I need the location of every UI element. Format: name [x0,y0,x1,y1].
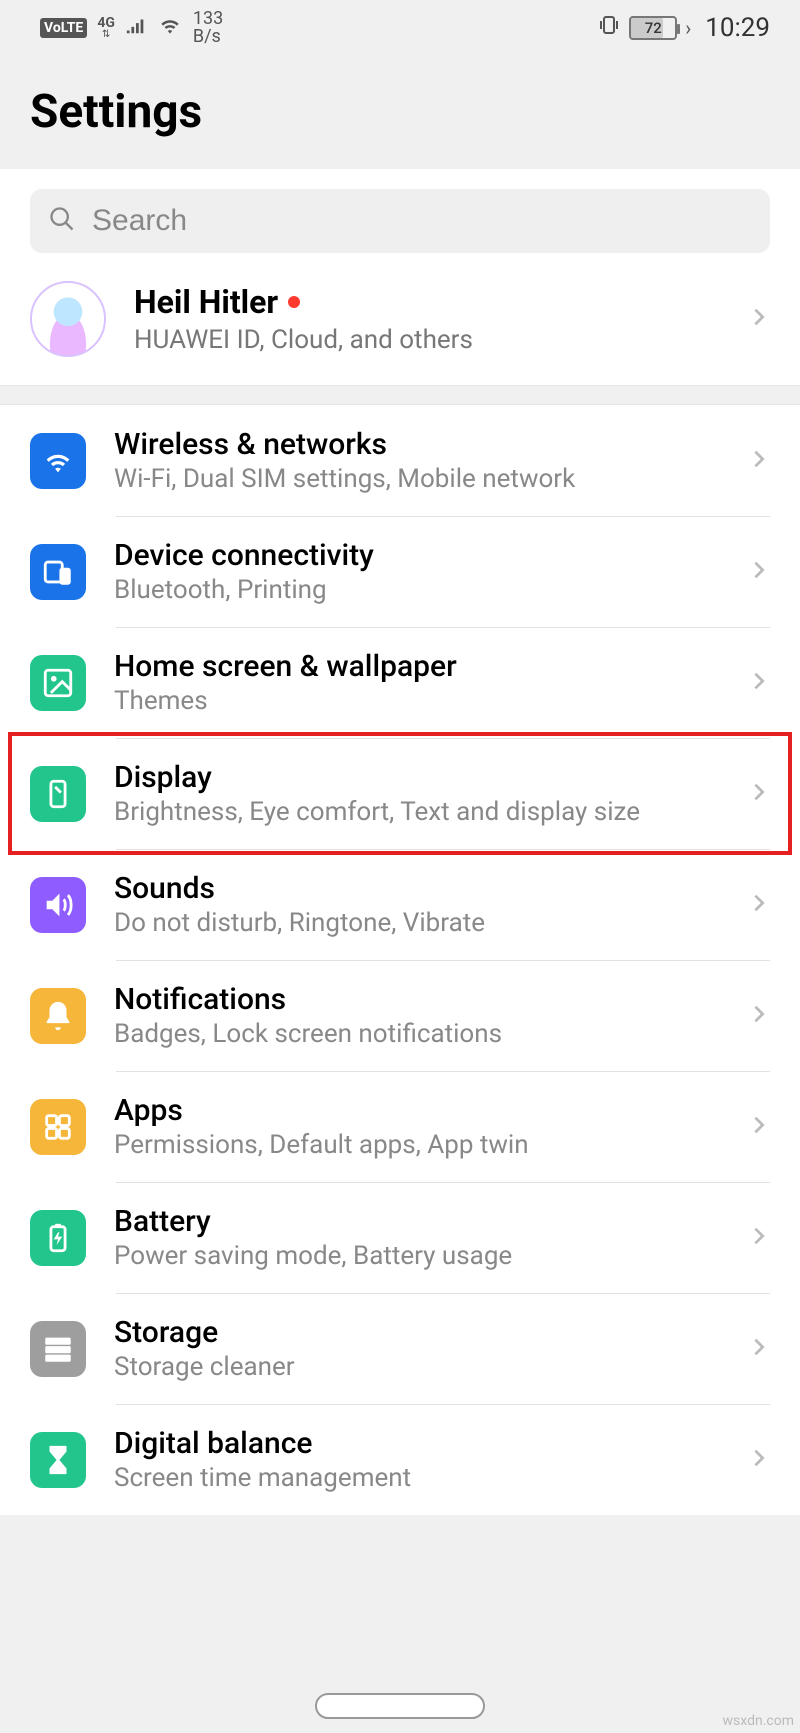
divider [116,738,770,739]
chevron-right-icon [748,892,770,918]
storage-icon [30,1321,86,1377]
search-icon [48,205,76,237]
status-bar: VoLTE 4G ⇅ 133B/s 72 › 10:29 [0,0,800,55]
settings-item-devices[interactable]: Device connectivity Bluetooth, Printing [0,516,800,627]
settings-item-apps[interactable]: Apps Permissions, Default apps, App twin [0,1071,800,1182]
chevron-right-icon [748,1114,770,1140]
status-right: 72 › 10:29 [597,13,770,43]
item-title: Wireless & networks [114,427,720,462]
clock: 10:29 [705,13,770,43]
divider [116,1404,770,1405]
item-title: Digital balance [114,1426,720,1461]
item-subtitle: Do not disturb, Ringtone, Vibrate [114,908,720,938]
section-gap [0,385,800,405]
account-name: Heil Hitler [134,283,720,321]
settings-item-sound[interactable]: Sounds Do not disturb, Ringtone, Vibrate [0,849,800,960]
item-title: Home screen & wallpaper [114,649,720,684]
settings-item-battery[interactable]: Battery Power saving mode, Battery usage [0,1182,800,1293]
chevron-right-icon [748,448,770,474]
bell-icon [30,988,86,1044]
chevron-right-icon [748,1336,770,1362]
item-subtitle: Permissions, Default apps, App twin [114,1130,720,1160]
divider [116,516,770,517]
watermark: wsxdn.com [723,1713,794,1729]
item-text: Sounds Do not disturb, Ringtone, Vibrate [114,871,720,938]
vibrate-icon [597,13,621,43]
display-icon [30,766,86,822]
battery-icon: 72 [629,16,677,40]
item-text: Battery Power saving mode, Battery usage [114,1204,720,1271]
item-text: Device connectivity Bluetooth, Printing [114,538,720,605]
chevron-right-icon [748,1447,770,1473]
page-header: Settings [0,55,800,169]
chevron-right-icon [748,306,770,332]
item-subtitle: Bluetooth, Printing [114,575,720,605]
settings-item-storage[interactable]: Storage Storage cleaner [0,1293,800,1404]
status-left: VoLTE 4G ⇅ 133B/s [40,10,223,46]
network-4g-icon: 4G ⇅ [97,16,115,40]
hourglass-icon [30,1432,86,1488]
divider [116,960,770,961]
settings-item-hourglass[interactable]: Digital balance Screen time management [0,1404,800,1515]
nav-pill[interactable] [315,1693,485,1719]
item-subtitle: Screen time management [114,1463,720,1493]
settings-item-picture[interactable]: Home screen & wallpaper Themes [0,627,800,738]
item-subtitle: Themes [114,686,720,716]
item-subtitle: Wi-Fi, Dual SIM settings, Mobile network [114,464,720,494]
settings-list: Wireless & networks Wi-Fi, Dual SIM sett… [0,405,800,1515]
item-title: Display [114,760,720,795]
chevron-right-icon [748,1003,770,1029]
item-text: Digital balance Screen time management [114,1426,720,1493]
item-title: Sounds [114,871,720,906]
item-text: Display Brightness, Eye comfort, Text an… [114,760,720,827]
notification-dot-icon [288,296,300,308]
battery-icon [30,1210,86,1266]
item-subtitle: Storage cleaner [114,1352,720,1382]
picture-icon [30,655,86,711]
settings-item-display[interactable]: Display Brightness, Eye comfort, Text an… [0,738,800,849]
search-box[interactable] [30,189,770,253]
chevron-right-icon [748,670,770,696]
devices-icon [30,544,86,600]
wifi-icon [157,12,183,44]
item-subtitle: Power saving mode, Battery usage [114,1241,720,1271]
item-title: Notifications [114,982,720,1017]
item-subtitle: Brightness, Eye comfort, Text and displa… [114,797,720,827]
item-title: Apps [114,1093,720,1128]
item-title: Storage [114,1315,720,1350]
divider [116,1182,770,1183]
search-section [0,169,800,253]
divider [116,849,770,850]
avatar [30,281,106,357]
volte-badge: VoLTE [40,18,87,38]
account-text: Heil Hitler HUAWEI ID, Cloud, and others [134,283,720,355]
search-input[interactable] [92,204,752,238]
account-subtitle: HUAWEI ID, Cloud, and others [134,325,720,355]
divider [116,627,770,628]
battery-cap-icon: › [685,16,691,40]
network-speed: 133B/s [193,10,223,46]
sound-icon [30,877,86,933]
divider [116,1293,770,1294]
item-subtitle: Badges, Lock screen notifications [114,1019,720,1049]
item-text: Storage Storage cleaner [114,1315,720,1382]
item-title: Device connectivity [114,538,720,573]
item-text: Wireless & networks Wi-Fi, Dual SIM sett… [114,427,720,494]
wifi-icon [30,433,86,489]
settings-item-wifi[interactable]: Wireless & networks Wi-Fi, Dual SIM sett… [0,405,800,516]
settings-item-bell[interactable]: Notifications Badges, Lock screen notifi… [0,960,800,1071]
item-text: Notifications Badges, Lock screen notifi… [114,982,720,1049]
item-title: Battery [114,1204,720,1239]
divider [116,1071,770,1072]
chevron-right-icon [748,559,770,585]
account-row[interactable]: Heil Hitler HUAWEI ID, Cloud, and others [0,253,800,385]
chevron-right-icon [748,1225,770,1251]
chevron-right-icon [748,781,770,807]
signal-bars-icon [125,14,147,42]
apps-icon [30,1099,86,1155]
page-title: Settings [30,85,770,139]
item-text: Apps Permissions, Default apps, App twin [114,1093,720,1160]
item-text: Home screen & wallpaper Themes [114,649,720,716]
